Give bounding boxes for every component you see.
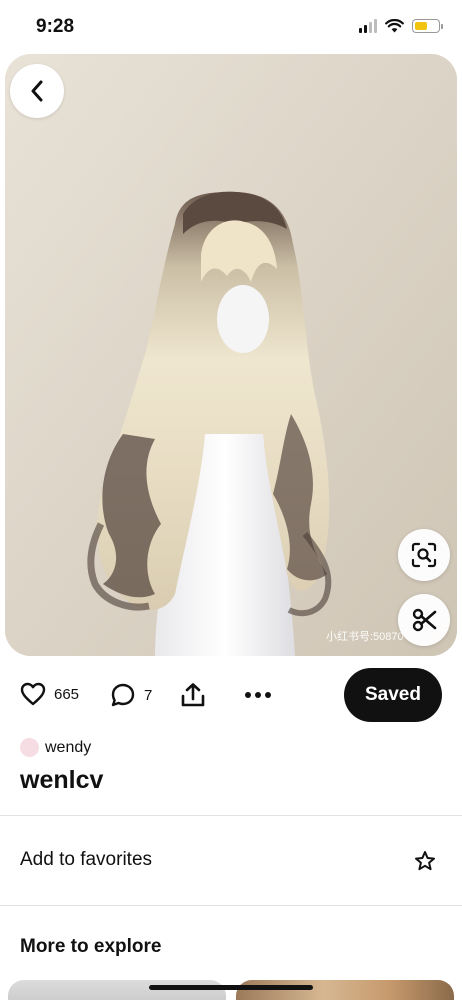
heart-icon [20, 682, 46, 706]
visual-search-button[interactable] [398, 529, 450, 581]
back-button[interactable] [10, 64, 64, 118]
share-upload-icon [181, 683, 205, 707]
image-watermark: 小红书号:50870 [326, 631, 404, 643]
pin-title: wenlcv [20, 766, 104, 794]
cutout-button[interactable] [398, 594, 450, 646]
add-to-favorites-row[interactable]: Add to favorites [0, 820, 462, 904]
explore-pin-thumbnail[interactable] [8, 980, 226, 1000]
share-button[interactable] [180, 682, 206, 708]
lens-search-icon [411, 542, 437, 568]
status-icons [359, 19, 443, 33]
status-time: 9:28 [36, 16, 75, 37]
avatar [20, 738, 39, 757]
chevron-left-icon [31, 80, 43, 102]
status-bar: 9:28 [0, 0, 462, 54]
cellular-signal-icon [359, 19, 377, 33]
pin-author[interactable]: wendy [20, 738, 91, 757]
divider [0, 815, 462, 816]
battery-icon [412, 19, 443, 33]
pin-image[interactable] [5, 54, 457, 656]
ellipsis-icon [245, 692, 271, 698]
comment-button[interactable]: 7 [110, 682, 152, 708]
like-count: 665 [54, 685, 80, 703]
home-indicator[interactable] [149, 985, 313, 990]
wifi-icon [385, 19, 404, 33]
pin-action-bar: 665 7 Saved [0, 668, 462, 724]
more-options-button[interactable] [244, 680, 272, 710]
comment-count: 7 [144, 686, 153, 704]
explore-pin-thumbnail[interactable] [236, 980, 454, 1000]
comment-bubble-icon [111, 683, 135, 707]
author-name: wendy [45, 738, 92, 756]
wig-mannequin-photo [5, 54, 457, 656]
add-to-favorites-label: Add to favorites [20, 849, 153, 870]
scissors-icon [412, 608, 437, 632]
like-button[interactable]: 665 [20, 682, 79, 706]
saved-button[interactable]: Saved [344, 668, 442, 722]
star-icon [415, 851, 435, 871]
more-to-explore-heading: More to explore [20, 936, 162, 957]
divider [0, 905, 462, 906]
